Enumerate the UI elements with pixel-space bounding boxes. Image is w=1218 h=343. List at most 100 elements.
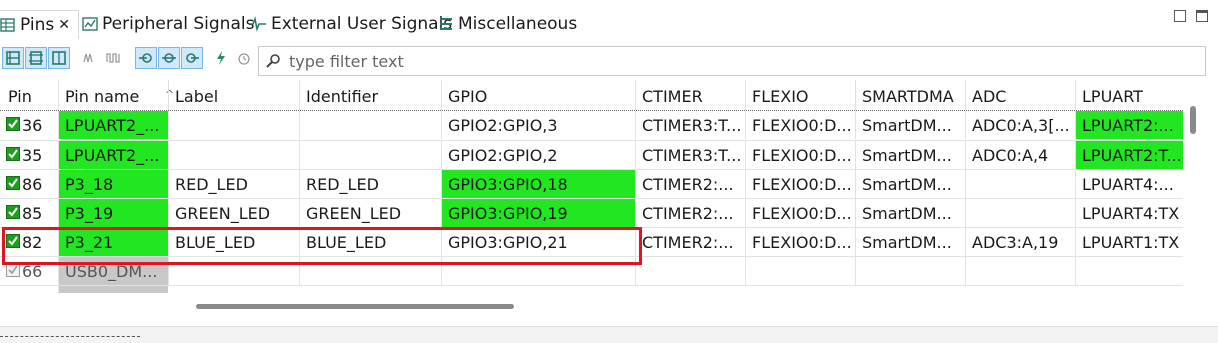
identifier-cell[interactable]: RED_LED xyxy=(299,170,441,198)
smartdma-cell[interactable]: SmartDM... xyxy=(855,199,965,227)
label-cell[interactable]: GREEN_LED xyxy=(168,199,299,227)
grid-view-icon xyxy=(6,51,20,65)
alarm-clock-icon xyxy=(238,53,250,65)
checkbox-checked-icon[interactable] xyxy=(6,176,20,190)
lpuart-cell[interactable]: LPUART1:TX xyxy=(1075,228,1183,256)
column-header-label[interactable]: Label xyxy=(168,80,299,110)
flexio-cell[interactable]: FLEXIO0:D... xyxy=(745,111,855,139)
column-header-pin-name-label: Pin name xyxy=(65,87,140,106)
column-header-lpuart[interactable]: LPUART xyxy=(1075,80,1183,110)
vertical-scrollbar[interactable] xyxy=(1190,106,1196,134)
tab-pins-label: Pins xyxy=(20,15,55,35)
smartdma-cell[interactable]: SmartDM... xyxy=(855,141,965,169)
table-row[interactable]: 86 P3_18 RED_LED RED_LED GPIO3:GPIO,18 C… xyxy=(0,169,1183,199)
table-row[interactable]: 35 LPUART2_... GPIO2:GPIO,2 CTIMER3:T...… xyxy=(0,140,1183,170)
flexio-cell[interactable]: FLEXIO0:D... xyxy=(745,228,855,256)
tab-pins[interactable]: Pins ✕ xyxy=(0,10,79,39)
checkbox-checked-icon[interactable] xyxy=(6,147,20,161)
tab-peripheral-signals[interactable]: Peripheral Signals xyxy=(82,10,254,38)
ctimer-cell[interactable]: CTIMER3:T... xyxy=(635,111,745,139)
adc-cell[interactable] xyxy=(965,170,1075,198)
lpuart-cell[interactable]: LPUART4:... xyxy=(1075,170,1183,198)
table-row[interactable] xyxy=(0,285,1183,293)
pin-name-cell[interactable]: LPUART2_... xyxy=(58,141,168,169)
identifier-cell[interactable] xyxy=(299,141,441,169)
smartdma-cell[interactable]: SmartDM... xyxy=(855,228,965,256)
gpio-cell[interactable]: GPIO2:GPIO,2 xyxy=(441,141,635,169)
filter-box xyxy=(258,46,1206,76)
ctimer-cell[interactable]: CTIMER2:... xyxy=(635,170,745,198)
smartdma-cell[interactable] xyxy=(855,257,965,285)
adc-cell[interactable]: ADC0:A,4 xyxy=(965,141,1075,169)
label-cell[interactable] xyxy=(168,141,299,169)
column-header-flexio[interactable]: FLEXIO xyxy=(745,80,855,110)
identifier-cell[interactable] xyxy=(299,111,441,139)
gpio-cell[interactable]: GPIO3:GPIO,19 xyxy=(441,199,635,227)
power-button[interactable] xyxy=(210,47,232,69)
horizontal-scrollbar[interactable] xyxy=(196,304,514,309)
checkbox-checked-icon[interactable] xyxy=(6,205,20,219)
column-header-identifier[interactable]: Identifier xyxy=(299,80,441,110)
checkbox-checked-icon[interactable] xyxy=(6,117,20,131)
lpuart-cell[interactable] xyxy=(1075,257,1183,285)
pin-name-cell[interactable]: P3_19 xyxy=(58,199,168,227)
identifier-cell[interactable]: GREEN_LED xyxy=(299,199,441,227)
clock-button[interactable] xyxy=(233,47,255,69)
flexio-cell[interactable]: FLEXIO0:D... xyxy=(745,199,855,227)
pins-toolbar xyxy=(0,42,1218,78)
maximize-button[interactable] xyxy=(1196,10,1208,22)
table-icon xyxy=(0,17,16,33)
ctimer-cell[interactable]: CTIMER3:T... xyxy=(635,141,745,169)
list-icon xyxy=(438,16,454,32)
columns-icon xyxy=(52,51,66,65)
lpuart-cell[interactable]: LPUART2:... xyxy=(1075,111,1183,139)
column-header-smartdma[interactable]: SMARTDMA xyxy=(855,80,965,110)
gpio-cell[interactable]: GPIO3:GPIO,18 xyxy=(441,170,635,198)
route-left-button[interactable] xyxy=(135,47,157,69)
ctimer-cell[interactable] xyxy=(635,257,745,285)
view-package-button[interactable] xyxy=(25,47,47,69)
view-pins-table-button[interactable] xyxy=(2,47,24,69)
view-columns-button[interactable] xyxy=(48,47,70,69)
route-right-button[interactable] xyxy=(181,47,203,69)
adc-cell[interactable] xyxy=(965,257,1075,285)
column-header-adc[interactable]: ADC xyxy=(965,80,1075,110)
table-row[interactable]: 85 P3_19 GREEN_LED GREEN_LED GPIO3:GPIO,… xyxy=(0,198,1183,228)
minimize-button[interactable] xyxy=(1174,10,1186,22)
route-middle-button[interactable] xyxy=(158,47,180,69)
flexio-cell[interactable]: FLEXIO0:D... xyxy=(745,170,855,198)
waveform-button[interactable] xyxy=(80,47,102,69)
smartdma-cell[interactable]: SmartDM... xyxy=(855,170,965,198)
lightning-icon xyxy=(217,51,225,65)
adc-cell[interactable]: ADC3:A,19 xyxy=(965,228,1075,256)
column-header-pin-name[interactable]: ^ Pin name xyxy=(58,80,174,110)
adc-cell[interactable] xyxy=(965,199,1075,227)
filter-input[interactable] xyxy=(287,50,1171,72)
waveform-icon xyxy=(83,53,93,63)
checkbox-disabled-icon[interactable] xyxy=(6,263,20,277)
pin-name-cell[interactable] xyxy=(58,286,168,293)
table-row[interactable]: 36 LPUART2_... GPIO2:GPIO,3 CTIMER3:T...… xyxy=(0,110,1183,141)
lpuart-cell[interactable]: LPUART2:T... xyxy=(1075,141,1183,169)
close-icon[interactable]: ✕ xyxy=(58,17,70,33)
pin-name-cell[interactable]: P3_18 xyxy=(58,170,168,198)
tab-miscellaneous[interactable]: Miscellaneous xyxy=(438,10,577,38)
pulse-button[interactable] xyxy=(103,47,125,69)
ctimer-cell[interactable]: CTIMER2:... xyxy=(635,199,745,227)
adc-cell[interactable]: ADC0:A,3[... xyxy=(965,111,1075,139)
pin-name-cell[interactable]: LPUART2_... xyxy=(58,111,168,139)
flexio-cell[interactable]: FLEXIO0:D... xyxy=(745,141,855,169)
column-header-ctimer[interactable]: CTIMER xyxy=(635,80,745,110)
label-cell[interactable]: RED_LED xyxy=(168,170,299,198)
label-cell[interactable] xyxy=(168,111,299,139)
column-header-gpio[interactable]: GPIO xyxy=(441,80,635,110)
tab-external-user-signals[interactable]: External User Signals xyxy=(249,10,452,38)
gpio-cell[interactable]: GPIO2:GPIO,3 xyxy=(441,111,635,139)
bottom-panel-tab[interactable] xyxy=(0,336,140,338)
flexio-cell[interactable] xyxy=(745,257,855,285)
smartdma-cell[interactable]: SmartDM... xyxy=(855,111,965,139)
lpuart-cell[interactable]: LPUART4:TX xyxy=(1075,199,1183,227)
ctimer-cell[interactable]: CTIMER2:... xyxy=(635,228,745,256)
search-icon xyxy=(266,54,280,68)
column-header-pin[interactable]: Pin xyxy=(2,80,58,110)
